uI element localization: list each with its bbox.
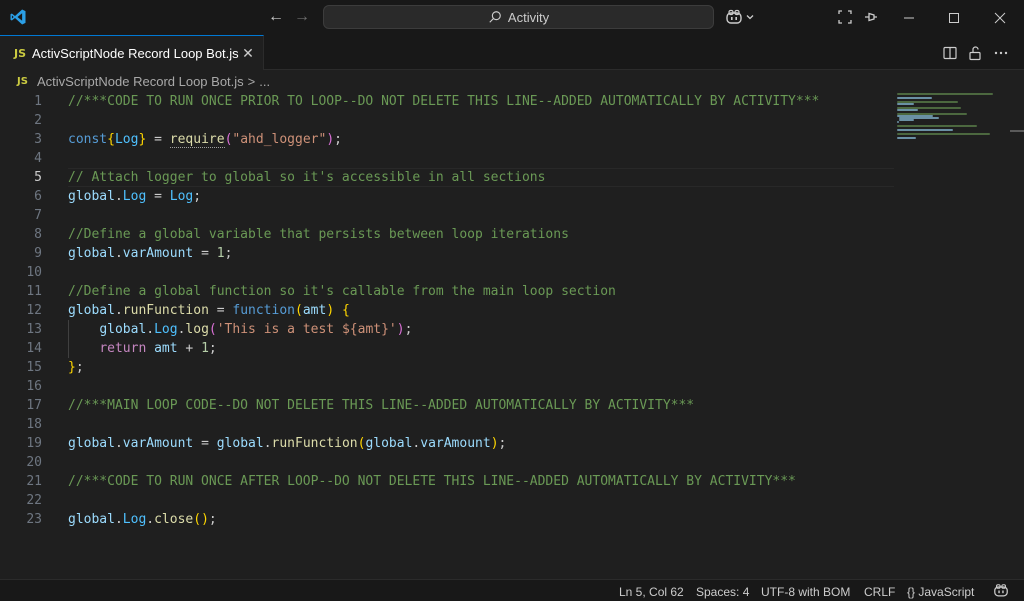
minimap-line [897,137,916,139]
line-number: 19 [26,436,42,451]
line-number: 20 [26,455,42,470]
line-number: 2 [34,113,42,128]
search-icon [489,11,501,23]
line-number: 17 [26,398,42,413]
minimap-line [899,119,914,121]
title-bar: ← → Activity [0,0,1024,35]
breadcrumb: JS ActivScriptNode Record Loop Bot.js > … [0,70,1024,92]
maximize-icon[interactable] [931,0,977,35]
split-editor-icon[interactable] [941,44,959,62]
line-number: 14 [26,341,42,356]
close-icon[interactable] [977,0,1023,35]
status-bar: Ln 5, Col 62 Spaces: 4 UTF-8 with BOM CR… [0,579,1024,601]
javascript-file-icon: JS [17,75,28,87]
arrow-left-icon[interactable]: ← [266,8,286,26]
encoding[interactable]: UTF-8 with BOM [761,584,850,600]
line-number: 6 [34,189,42,204]
line-number: 12 [26,303,42,318]
more-actions-icon[interactable] [992,44,1010,62]
minimap[interactable] [897,92,1011,579]
command-center-text: Activity [507,9,550,25]
line-number: 21 [26,474,42,489]
tab-close-icon[interactable]: ✕ [241,46,255,60]
code-line-23: global.Log.close(); [68,512,217,527]
chevron-down-icon [746,15,754,20]
line-endings[interactable]: CRLF [864,584,895,600]
code-line-15: }; [68,360,84,375]
minimap-line [897,133,990,135]
code-line-19: global.varAmount = global.runFunction(gl… [68,436,507,451]
indentation[interactable]: Spaces: 4 [696,584,749,600]
code-line-14: return amt + 1; [99,341,217,356]
code-line-8: //Define a global variable that persists… [68,227,569,242]
code-line-6: global.Log = Log; [68,189,202,204]
unlock-icon[interactable] [966,44,984,62]
command-center-search[interactable]: Activity [323,5,714,29]
minimap-line [897,109,918,111]
line-number: 9 [34,246,42,261]
tab-bar: JS ActivScriptNode Record Loop Bot.js ✕ [0,35,1024,70]
javascript-file-icon: JS [14,46,27,60]
code-line-11: //Define a global function so it's calla… [68,284,616,299]
line-number: 3 [34,132,42,147]
line-number: 22 [26,493,42,508]
line-number: 10 [26,265,42,280]
line-number: 16 [26,379,42,394]
breadcrumb-symbols[interactable]: ... [259,74,270,89]
minimap-line [897,93,993,95]
breadcrumb-separator: > [247,73,256,89]
line-number: 15 [26,360,42,375]
code-editor[interactable]: 1 2 3 4 5 6 7 8 9 10 11 12 13 14 15 16 17 18 19 20 21 22 23 //… [0,92,1024,579]
code-line-21: //***CODE TO RUN ONCE AFTER LOOP--DO NOT… [68,474,796,489]
minimap-line [897,121,899,123]
code-line-9: global.varAmount = 1; [68,246,233,261]
code-line-5: // Attach logger to global so it's acces… [68,168,894,187]
vscode-logo[interactable] [9,8,27,26]
breadcrumb-file[interactable]: ActivScriptNode Record Loop Bot.js [37,74,244,89]
minimap-line [897,103,914,105]
code-line-1: //***CODE TO RUN ONCE PRIOR TO LOOP--DO … [68,94,820,109]
line-number: 7 [34,208,42,223]
copilot-button[interactable] [725,8,759,26]
line-number: 23 [26,512,42,527]
vertical-scrollbar[interactable] [1010,92,1024,579]
line-number: 4 [34,151,42,166]
code-line-12: global.runFunction = function(amt) { [68,303,350,318]
scrollbar-thumb[interactable] [1010,130,1024,132]
code-line-3: const{Log} = require("ahd_logger"); [68,132,342,148]
line-number: 1 [34,94,42,109]
line-number: 5 [34,170,42,185]
copilot-icon [726,9,742,24]
copilot-status-icon[interactable] [993,583,1009,599]
tab-label: ActivScriptNode Record Loop Bot.js [32,45,239,61]
line-number: 8 [34,227,42,242]
layout-icon[interactable] [836,8,854,26]
line-number: 13 [26,322,42,337]
minimap-line [897,129,953,131]
pin-icon[interactable] [862,8,880,26]
code-line-17: //***MAIN LOOP CODE--DO NOT DELETE THIS … [68,398,695,413]
minimap-line [897,125,977,127]
language-mode[interactable]: {} JavaScript [907,584,974,600]
line-number: 18 [26,417,42,432]
minimap-line [897,97,932,99]
code-line-13: global.Log.log('This is a test ${amt}'); [99,322,413,337]
cursor-position[interactable]: Ln 5, Col 62 [619,584,684,600]
minimize-icon[interactable] [886,0,932,35]
editor-tab-active[interactable]: JS ActivScriptNode Record Loop Bot.js ✕ [0,35,264,70]
braces-icon: {} [907,585,916,599]
language-label: JavaScript [918,585,975,599]
arrow-right-icon[interactable]: → [292,8,312,26]
line-number: 11 [26,284,42,299]
